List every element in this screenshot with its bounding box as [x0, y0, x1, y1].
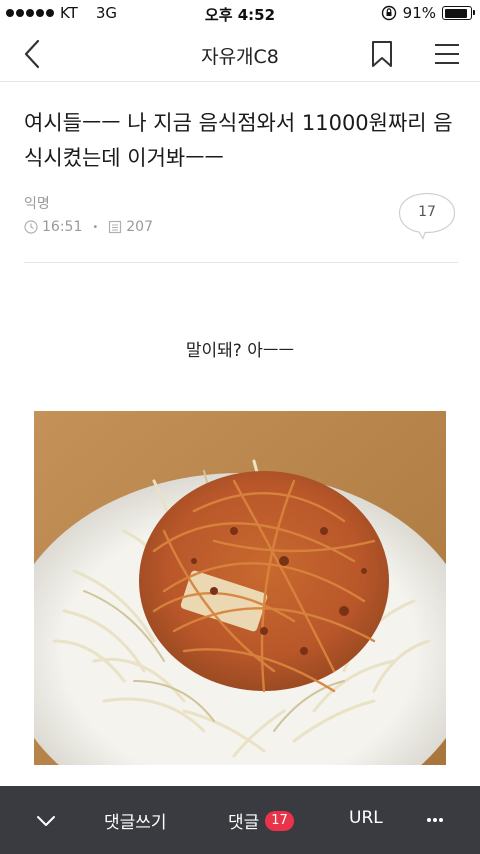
write-comment-button[interactable]: 댓글쓰기 [104, 808, 167, 833]
battery-percent: 91% [402, 4, 436, 22]
board-title: 자유개C8 [201, 46, 279, 68]
write-comment-label: 댓글쓰기 [104, 813, 167, 833]
post-views: 207 [126, 219, 153, 235]
bottom-toolbar: 댓글쓰기 댓글 17 URL [0, 786, 480, 854]
url-label: URL [349, 808, 383, 828]
comments-label: 댓글 [228, 813, 260, 833]
post-author: 익명 [24, 196, 50, 212]
top-nav-bar: 자유개C8 [0, 26, 480, 82]
post-time: 16:51 [42, 219, 83, 235]
clock-icon [24, 220, 38, 234]
more-dots-icon[interactable] [426, 817, 444, 823]
chevron-down-icon[interactable] [36, 814, 56, 828]
bookmark-icon[interactable] [370, 40, 394, 68]
status-bar: KT 3G 오후 4:52 91% [0, 0, 480, 26]
views-icon [109, 220, 122, 234]
meta-separator: • [92, 221, 99, 233]
post-body-text: 말이돼? 아ㅡㅡ [185, 341, 295, 361]
status-right: 91% [381, 4, 475, 22]
hamburger-menu-icon[interactable] [434, 42, 460, 66]
comment-count-bubble[interactable]: 17 [398, 192, 456, 240]
post-title: 여시들ㅡㅡ 나 지금 음식점와서 11000원짜리 음식시켰는데 이거봐ㅡㅡ [24, 111, 453, 170]
comments-button[interactable]: 댓글 17 [228, 808, 294, 833]
battery-icon [442, 6, 475, 20]
comments-badge: 17 [265, 810, 294, 831]
post-photo[interactable] [34, 411, 446, 765]
comment-count: 17 [418, 204, 436, 220]
url-button[interactable]: URL [349, 808, 383, 828]
battery-fill [444, 8, 468, 18]
post-meta: 16:51 • 207 [24, 219, 153, 235]
rotation-lock-icon [381, 5, 396, 21]
divider [24, 262, 458, 263]
